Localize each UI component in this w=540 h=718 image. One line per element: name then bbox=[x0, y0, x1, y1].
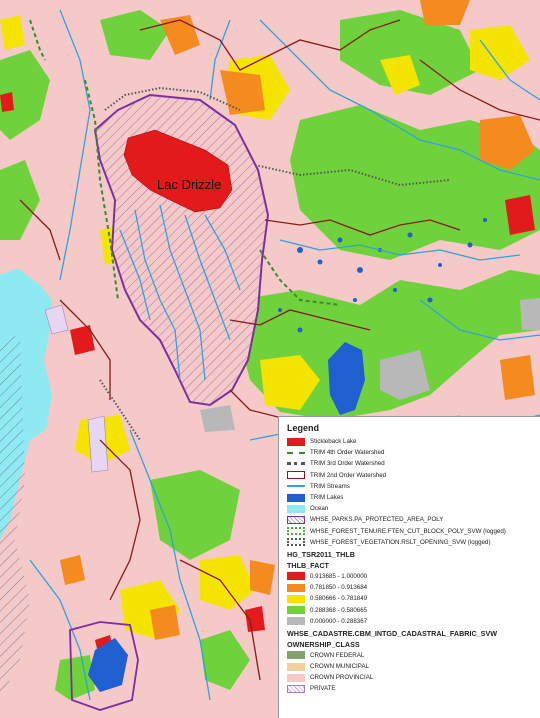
legend-item-label: TRIM Lakes bbox=[310, 494, 344, 502]
green-dotted-outline-swatch bbox=[287, 527, 305, 536]
legend-item-trim-4th-order: TRIM 4th Order Watershed bbox=[287, 447, 536, 458]
yellow-fill-swatch bbox=[287, 594, 305, 603]
thlb-class-row: 0.580666 - 0.781849 bbox=[287, 593, 536, 604]
ownership-class-label: CROWN FEDERAL bbox=[310, 651, 365, 659]
legend-item-cut-block: WHSE_FOREST_TENURE.FTEN_CUT_BLOCK_POLY_S… bbox=[287, 526, 536, 537]
legend-item-label: TRIM Streams bbox=[310, 482, 350, 490]
ownership-class-row: PRIVATE bbox=[287, 683, 536, 694]
ownership-field-name: OWNERSHIP_CLASS bbox=[287, 639, 360, 649]
legend-item-stickleback-lake: Stickleback Lake bbox=[287, 436, 536, 447]
legend-item-label: WHSE_FOREST_VEGETATION.RSLT_OPENING_SVW … bbox=[310, 538, 491, 546]
legend-item-ocean: Ocean bbox=[287, 503, 536, 514]
blue-line-swatch bbox=[287, 485, 305, 488]
legend-title: Legend bbox=[287, 423, 320, 433]
legend-item-label: WHSE_FOREST_TENURE.FTEN_CUT_BLOCK_POLY_S… bbox=[310, 527, 506, 535]
lake-label: Lac Drizzle bbox=[157, 177, 222, 192]
ownership-class-row: CROWN MUNICIPAL bbox=[287, 661, 536, 672]
legend-item-protected-area: WHSE_PARKS.PA_PROTECTED_AREA_POLY bbox=[287, 514, 536, 525]
thlb-field-name: THLB_FACT bbox=[287, 560, 329, 570]
thlb-class-label: 0.000000 - 0.288367 bbox=[310, 617, 368, 625]
thlb-class-row: 0.288368 - 0.580665 bbox=[287, 604, 536, 615]
red-fill-swatch bbox=[287, 572, 305, 581]
thlb-layer-name: HG_TSR2011_THLB bbox=[287, 549, 355, 559]
grey-dotted-outline-swatch bbox=[287, 538, 305, 547]
thlb-class-label: 0.781850 - 0.913684 bbox=[310, 584, 368, 592]
cadastre-layer-name: WHSE_CADASTRE.CBM_INTGD_CADASTRAL_FABRIC… bbox=[287, 628, 498, 638]
legend-panel: Legend Stickleback Lake TRIM 4th Order W… bbox=[278, 416, 540, 718]
grey-fill-swatch bbox=[287, 617, 305, 626]
thlb-class-row: 0.913685 - 1.000000 bbox=[287, 571, 536, 582]
thlb-class-label: 0.288368 - 0.580665 bbox=[310, 606, 368, 614]
green-fill-swatch bbox=[287, 606, 305, 615]
pink-fill-swatch bbox=[287, 673, 305, 682]
green-grey-fill-swatch bbox=[287, 651, 305, 660]
legend-item-trim-lakes: TRIM Lakes bbox=[287, 492, 536, 503]
tan-fill-swatch bbox=[287, 662, 305, 671]
maroon-outline-swatch bbox=[287, 471, 305, 480]
thlb-class-row: 0.781850 - 0.913684 bbox=[287, 582, 536, 593]
legend-item-label: TRIM 2nd Order Watershed bbox=[310, 471, 387, 479]
legend-item-trim-3rd-order: TRIM 3rd Order Watershed bbox=[287, 458, 536, 469]
thlb-class-label: 0.913685 - 1.000000 bbox=[310, 572, 368, 580]
thlb-class-label: 0.580666 - 0.781849 bbox=[310, 595, 368, 603]
legend-item-label: TRIM 3rd Order Watershed bbox=[310, 460, 385, 468]
thlb-class-row: 0.000000 - 0.288367 bbox=[287, 616, 536, 627]
legend-item-label: WHSE_PARKS.PA_PROTECTED_AREA_POLY bbox=[310, 516, 444, 524]
legend-item-rslt-opening: WHSE_FOREST_VEGETATION.RSLT_OPENING_SVW … bbox=[287, 537, 536, 548]
cyan-fill-swatch bbox=[287, 504, 305, 513]
ownership-class-label: CROWN MUNICIPAL bbox=[310, 663, 370, 671]
legend-item-label: Stickleback Lake bbox=[310, 438, 357, 446]
ownership-class-label: CROWN PROVINCIAL bbox=[310, 674, 374, 682]
legend-item-label: Ocean bbox=[310, 505, 329, 513]
green-dashed-line-swatch bbox=[287, 451, 305, 454]
purple-hatch-swatch bbox=[287, 515, 305, 524]
legend-item-label: TRIM 4th Order Watershed bbox=[310, 449, 385, 457]
legend-item-trim-streams: TRIM Streams bbox=[287, 481, 536, 492]
dotted-line-swatch bbox=[287, 462, 305, 466]
ownership-class-label: PRIVATE bbox=[310, 685, 336, 693]
ownership-class-row: CROWN PROVINCIAL bbox=[287, 672, 536, 683]
red-fill-swatch bbox=[287, 437, 305, 446]
ownership-class-row: CROWN FEDERAL bbox=[287, 650, 536, 661]
orange-fill-swatch bbox=[287, 583, 305, 592]
purple-hatch-swatch bbox=[287, 684, 305, 693]
legend-item-trim-2nd-order: TRIM 2nd Order Watershed bbox=[287, 470, 536, 481]
blue-fill-swatch bbox=[287, 493, 305, 502]
